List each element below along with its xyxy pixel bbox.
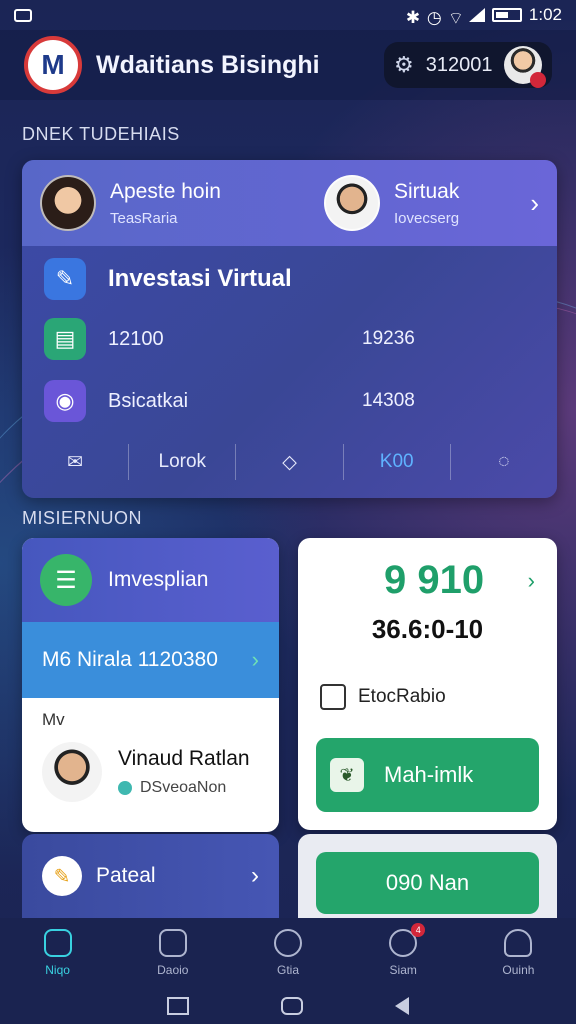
bluetooth-icon: ✱	[405, 8, 421, 27]
calendar-icon: ▤	[44, 318, 86, 360]
battery-icon	[491, 8, 522, 22]
nav-label: Ouinh	[502, 963, 535, 977]
chat-icon: 4	[389, 923, 426, 957]
stats-big-value: 9 910	[384, 558, 485, 602]
note-icon: ✎	[42, 856, 82, 896]
secondary-card: 090 Nan	[298, 834, 557, 918]
app-header: M Wdaitians Bisinghi ⚙ 312001	[0, 30, 576, 100]
contact-name: Sirtuak	[394, 179, 460, 203]
recents-icon[interactable]	[167, 997, 189, 1015]
signal-icon	[468, 8, 485, 22]
logo-text: M	[41, 49, 65, 80]
plan-card: ☰ Imvesplian M6 Nirala 1120380 › Mv Vina…	[22, 538, 279, 832]
doc-label: EtocRabio	[358, 686, 446, 707]
card-toolbar: ✉ Lorok ◇ K00 ◌	[22, 438, 557, 486]
back-icon[interactable]	[395, 997, 409, 1015]
plan-card-header[interactable]: ☰ Imvesplian	[22, 538, 279, 622]
doc-row[interactable]: EtocRabio	[320, 684, 446, 710]
status-dot-icon	[118, 781, 132, 795]
nav-label: Niqo	[45, 963, 70, 977]
chat-icon[interactable]: ◌	[451, 444, 557, 480]
status-bar: ✱ ◷ ⌔ 1:02	[0, 0, 576, 30]
row-value: 14308	[362, 390, 415, 411]
section-label-top: DNEK TUDEHIAIS	[22, 124, 180, 144]
stats-sub-value: 36.6:0-10	[371, 614, 484, 644]
notification-icon	[14, 8, 32, 22]
document-icon: ☰	[40, 554, 92, 606]
notification-dot	[530, 72, 546, 88]
avatar	[40, 175, 96, 231]
home-icon	[43, 929, 72, 957]
info-icon	[274, 929, 302, 957]
leaf-icon: ❦	[330, 758, 364, 792]
chevron-right-icon: ›	[251, 862, 259, 889]
home-button-icon[interactable]	[281, 997, 303, 1015]
investment-card: Apeste hoin TeasRaria Sirtuak Iovecserg …	[22, 160, 557, 498]
nav-item-profile[interactable]: Ouinh	[461, 918, 576, 988]
status-time: 1:02	[528, 5, 562, 24]
toolbar-item-k00[interactable]: K00	[344, 444, 451, 480]
pateal-label: Pateal	[96, 864, 156, 887]
wifi-icon: ⌔	[447, 9, 464, 28]
avatar	[324, 175, 380, 231]
primary-action-button[interactable]: ❦ Mah-imlk	[316, 738, 539, 812]
alarm-icon: ◷	[426, 8, 442, 27]
avatar	[42, 742, 102, 802]
gear-icon[interactable]: ⚙	[394, 52, 414, 78]
bottom-navigation: Niqo Daoio Gtia 4 Siam Ouinh	[0, 918, 576, 1024]
app-title: Wdaitians Bisinghi	[96, 50, 320, 79]
contact-name: Apeste hoin	[110, 179, 221, 203]
shield-icon	[158, 929, 187, 957]
chevron-right-icon: ›	[251, 647, 259, 672]
camera-icon: ◉	[44, 380, 86, 422]
nav-item-daoio[interactable]: Daoio	[115, 918, 230, 988]
person-sub: DSveoaNon	[140, 779, 227, 796]
system-navigation	[0, 988, 576, 1024]
row-label: 12100	[108, 327, 164, 350]
card-title: Investasi Virtual	[108, 265, 292, 292]
plan-card-title: Imvesplian	[108, 568, 209, 591]
list-item[interactable]: ◉ Bsicatkai 14308	[44, 380, 464, 422]
row-label: Bsicatkai	[108, 389, 189, 412]
account-pill[interactable]: ⚙ 312001	[384, 42, 552, 88]
chevron-right-icon[interactable]: ›	[528, 568, 535, 594]
stats-card: 9 910 › 36.6:0-10 EtocRabio ❦ Mah-imlk	[298, 538, 557, 830]
secondary-action-button[interactable]: 090 Nan	[316, 852, 539, 914]
section-label-bottom: MISIERNUON	[22, 508, 143, 528]
mail-icon[interactable]: ✉	[22, 444, 130, 480]
document-icon	[320, 684, 346, 710]
profile-avatar[interactable]	[504, 46, 546, 88]
pateal-row[interactable]: ✎ Pateal ›	[22, 834, 279, 918]
list-item[interactable]: ▤ 12100 19236	[44, 318, 464, 360]
nav-label: Gtia	[277, 963, 300, 977]
contacts-strip[interactable]: Apeste hoin TeasRaria Sirtuak Iovecserg …	[22, 160, 557, 246]
plan-band[interactable]: M6 Nirala 1120380 ›	[22, 622, 279, 698]
row-value: 19236	[362, 328, 415, 349]
person-row[interactable]: Vinaud Ratlan DSveoaNon	[42, 742, 259, 802]
plan-band-label: M6 Nirala 1120380	[42, 648, 218, 671]
person-icon	[504, 929, 533, 957]
nav-item-home[interactable]: Niqo	[0, 918, 115, 988]
app-logo[interactable]: M	[24, 36, 82, 94]
secondary-action-label: 090 Nan	[385, 870, 470, 895]
nav-label: Daoio	[157, 963, 189, 977]
plan-small-label: Mv	[42, 710, 65, 729]
nav-item-gtia[interactable]: Gtia	[230, 918, 345, 988]
nav-label: Siam	[389, 963, 417, 977]
primary-action-label: Mah-imlk	[384, 762, 474, 787]
toolbar-item-lorok[interactable]: Lorok	[129, 444, 237, 480]
image-icon[interactable]: ◇	[236, 444, 344, 480]
chevron-right-icon[interactable]: ›	[530, 188, 539, 219]
person-name: Vinaud Ratlan	[118, 747, 250, 770]
contact-sub: TeasRaria	[110, 209, 178, 227]
account-number: 312001	[425, 53, 493, 76]
notification-badge: 4	[411, 923, 426, 937]
nav-item-siam[interactable]: 4 Siam	[346, 918, 461, 988]
contact-sub: Iovecserg	[394, 209, 460, 227]
pen-icon: ✎	[44, 258, 86, 300]
